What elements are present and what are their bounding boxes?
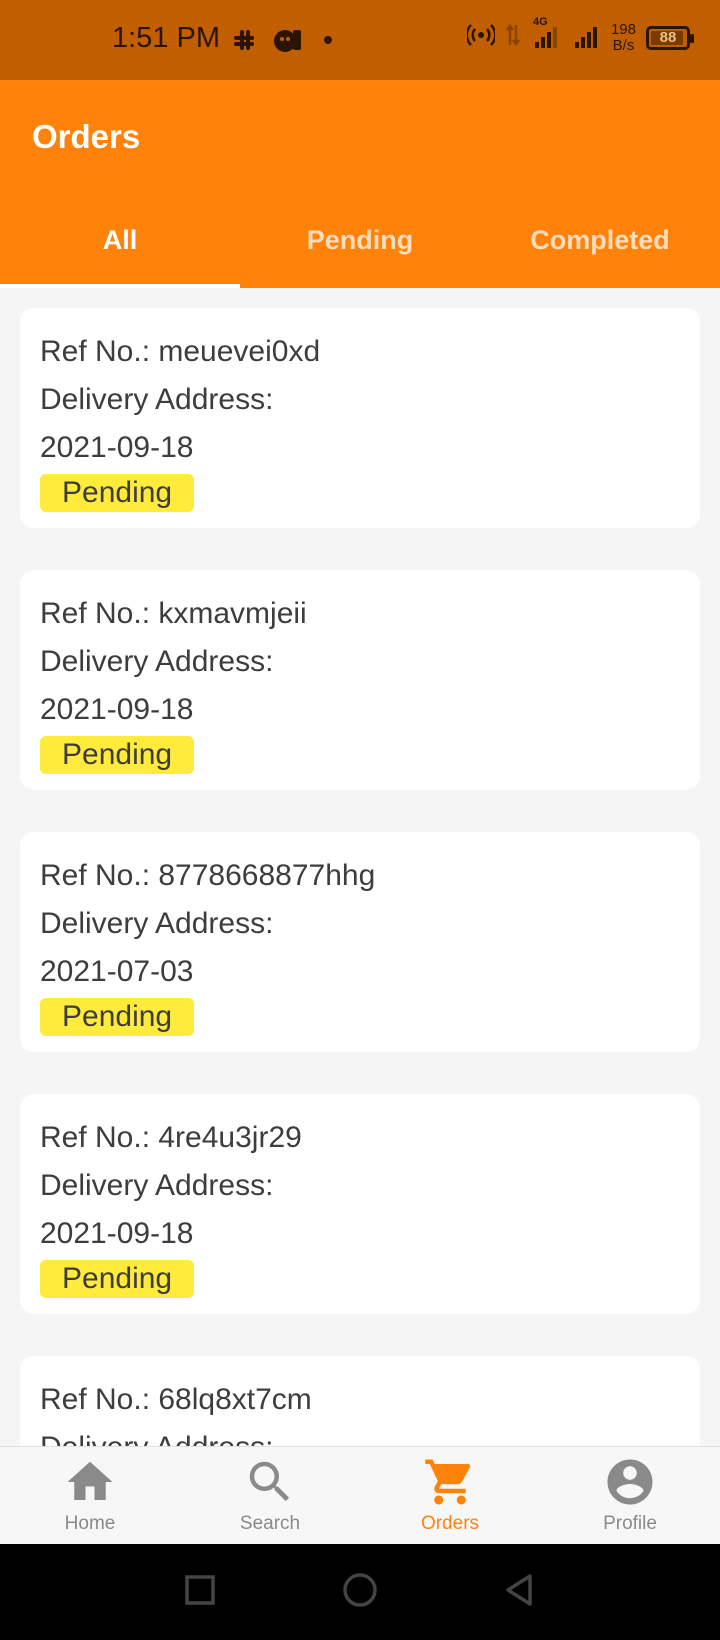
signal-icon bbox=[571, 20, 601, 55]
net-speed-unit: B/s bbox=[612, 36, 635, 54]
status-badge: Pending bbox=[40, 736, 195, 774]
order-address: Delivery Address: bbox=[40, 645, 274, 678]
profile-icon bbox=[607, 1459, 653, 1505]
order-card[interactable]: Ref No.: 68lq8xt7cm Delivery Address: bbox=[20, 1356, 700, 1446]
order-card[interactable]: Ref No.: meuevei0xd Delivery Address: 20… bbox=[20, 308, 700, 528]
home-button[interactable] bbox=[340, 1570, 380, 1615]
app-notification-icon bbox=[272, 26, 304, 59]
back-button[interactable] bbox=[500, 1570, 540, 1615]
signal-4g-icon: 4G bbox=[531, 16, 561, 55]
cart-icon bbox=[425, 1459, 471, 1505]
notification-icons bbox=[230, 26, 338, 59]
order-ref: Ref No.: 8778668877hhg bbox=[40, 859, 376, 892]
status-badge: Pending bbox=[40, 1260, 195, 1298]
nav-orders[interactable]: Orders bbox=[360, 1447, 540, 1544]
nav-home[interactable]: Home bbox=[0, 1447, 180, 1544]
data-transfer-icon bbox=[505, 21, 521, 54]
hotspot-icon bbox=[465, 21, 497, 54]
status-indicators: 4G 198 B/s 88 bbox=[465, 16, 694, 55]
order-card[interactable]: Ref No.: 4re4u3jr29 Delivery Address: 20… bbox=[20, 1094, 700, 1314]
nav-home-label: Home bbox=[64, 1513, 116, 1534]
home-icon bbox=[67, 1461, 113, 1500]
bottom-nav: Home Search Orders Profile bbox=[0, 1446, 720, 1544]
circle-icon bbox=[343, 1572, 377, 1607]
battery-level: 88 bbox=[659, 29, 677, 46]
order-date: 2021-09-18 bbox=[40, 1217, 194, 1250]
order-card[interactable]: Ref No.: kxmavmjeii Delivery Address: 20… bbox=[20, 570, 700, 790]
tab-completed[interactable]: Completed bbox=[480, 192, 720, 288]
orders-list[interactable]: Ref No.: meuevei0xd Delivery Address: 20… bbox=[0, 288, 720, 1446]
nav-orders-label: Orders bbox=[420, 1513, 480, 1534]
status-badge: Pending bbox=[40, 998, 195, 1036]
order-date: 2021-09-18 bbox=[40, 431, 194, 464]
order-address: Delivery Address: bbox=[40, 383, 274, 416]
status-badge: Pending bbox=[40, 474, 195, 512]
tab-all[interactable]: All bbox=[0, 192, 240, 288]
dot-icon bbox=[318, 30, 338, 55]
nav-profile-label: Profile bbox=[603, 1513, 657, 1534]
order-ref: Ref No.: kxmavmjeii bbox=[40, 597, 307, 630]
order-address: Delivery Address: bbox=[40, 1424, 680, 1446]
slack-icon bbox=[230, 26, 258, 59]
order-address: Delivery Address: bbox=[40, 1169, 274, 1202]
order-ref: Ref No.: meuevei0xd bbox=[40, 335, 321, 368]
nav-search-label: Search bbox=[239, 1513, 301, 1534]
order-card[interactable]: Ref No.: 8778668877hhg Delivery Address:… bbox=[20, 832, 700, 1052]
order-ref: Ref No.: 4re4u3jr29 bbox=[40, 1121, 302, 1154]
nav-search[interactable]: Search bbox=[180, 1447, 360, 1544]
page-title: Orders bbox=[32, 118, 141, 155]
order-address: Delivery Address: bbox=[40, 907, 274, 940]
order-tabs: All Pending Completed bbox=[0, 192, 720, 288]
status-bar: 1:51 PM 4G 198 B/s 88 bbox=[0, 0, 720, 80]
nav-profile[interactable]: Profile bbox=[540, 1447, 720, 1544]
order-date: 2021-09-18 bbox=[40, 693, 194, 726]
back-triangle-icon bbox=[506, 1573, 532, 1606]
tab-pending[interactable]: Pending bbox=[240, 192, 480, 288]
app-bar: Orders All Pending Completed bbox=[0, 80, 720, 288]
order-date: 2021-07-03 bbox=[40, 955, 194, 988]
system-nav-bar bbox=[0, 1544, 720, 1640]
network-type-label: 4G bbox=[532, 16, 548, 28]
net-speed-value: 198 bbox=[610, 20, 636, 38]
square-icon bbox=[185, 1574, 215, 1605]
battery-icon: 88 bbox=[646, 25, 694, 50]
search-icon bbox=[249, 1461, 290, 1502]
order-ref: Ref No.: 68lq8xt7cm bbox=[40, 1383, 312, 1416]
recents-button[interactable] bbox=[180, 1570, 220, 1615]
net-speed: 198 B/s bbox=[610, 20, 636, 54]
status-time: 1:51 PM bbox=[112, 22, 220, 54]
